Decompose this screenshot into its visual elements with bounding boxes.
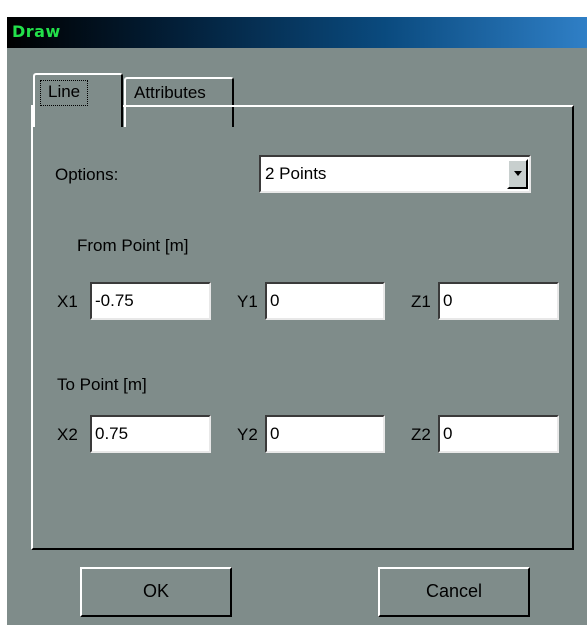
window-title: Draw xyxy=(12,22,61,41)
y2-input[interactable]: 0 xyxy=(265,415,385,453)
options-label: Options: xyxy=(55,165,119,184)
line-tab-panel: Options: 2 Points From Point [m] X1 -0.7… xyxy=(31,105,574,550)
z2-input[interactable]: 0 xyxy=(438,415,559,453)
options-select[interactable]: 2 Points xyxy=(259,155,531,193)
to-point-heading: To Point [m] xyxy=(57,375,147,394)
z1-label: Z1 xyxy=(411,292,431,311)
title-bar[interactable]: Draw xyxy=(7,17,587,48)
from-point-heading: From Point [m] xyxy=(77,236,189,255)
tab-line-label: Line xyxy=(40,80,89,106)
tab-line[interactable]: Line xyxy=(33,73,123,127)
y1-input[interactable]: 0 xyxy=(265,282,385,320)
x1-input[interactable]: -0.75 xyxy=(90,282,211,320)
draw-dialog: Draw Line Attributes Options: 2 Points F… xyxy=(7,17,587,625)
z1-input[interactable]: 0 xyxy=(438,282,559,320)
cancel-button[interactable]: Cancel xyxy=(378,567,530,617)
x2-input[interactable]: 0.75 xyxy=(90,415,211,453)
options-dropdown-button[interactable] xyxy=(507,159,528,189)
ok-button[interactable]: OK xyxy=(80,567,232,617)
options-selected-value: 2 Points xyxy=(265,164,327,183)
tab-attributes-label: Attributes xyxy=(134,83,206,102)
y1-label: Y1 xyxy=(237,292,258,311)
x1-label: X1 xyxy=(57,292,78,311)
z2-label: Z2 xyxy=(411,425,431,444)
y2-label: Y2 xyxy=(237,425,258,444)
chevron-down-icon xyxy=(514,171,522,176)
x2-label: X2 xyxy=(57,425,78,444)
